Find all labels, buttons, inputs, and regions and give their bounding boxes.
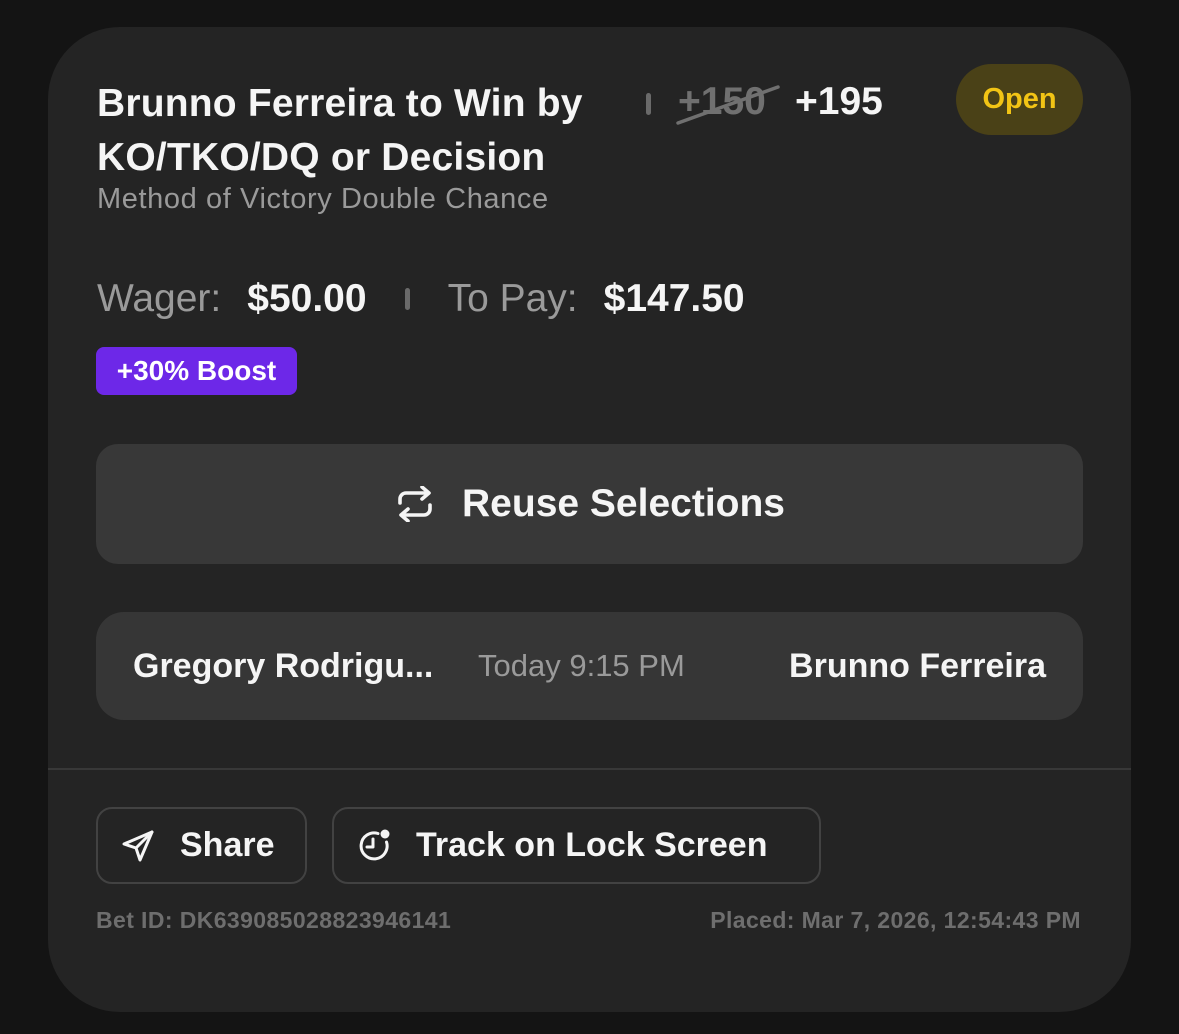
boost-badge: +30% Boost — [96, 347, 297, 395]
repeat-icon — [398, 486, 432, 522]
bet-card: Brunno Ferreira to Win by KO/TKO/DQ or D… — [48, 27, 1131, 1012]
event-matchup[interactable]: Gregory Rodrigu... Today 9:15 PM Brunno … — [96, 612, 1083, 720]
placed-timestamp: Placed: Mar 7, 2026, 12:54:43 PM — [710, 907, 1081, 933]
separator-tick — [646, 93, 651, 115]
reuse-selections-label: Reuse Selections — [462, 482, 785, 525]
share-label: Share — [180, 826, 275, 864]
wager-value: $50.00 — [247, 277, 367, 320]
separator-tick — [404, 288, 410, 310]
wager-label: Wager: — [97, 277, 222, 320]
wager-summary: Wager: $50.00 To Pay: $147.50 — [97, 273, 745, 325]
lock-screen-clock-icon — [359, 829, 390, 860]
market-name: Method of Victory Double Chance — [97, 183, 549, 215]
divider — [48, 768, 1131, 770]
boosted-odds: +195 — [795, 80, 883, 123]
track-on-lock-screen-button[interactable]: Track on Lock Screen — [332, 807, 821, 884]
send-icon — [122, 830, 154, 861]
share-button[interactable]: Share — [96, 807, 307, 884]
to-pay-label: To Pay: — [447, 277, 578, 320]
track-label: Track on Lock Screen — [416, 826, 768, 864]
fighter-right: Brunno Ferreira — [789, 647, 1046, 685]
bet-selection-title: Brunno Ferreira to Win by KO/TKO/DQ or D… — [97, 82, 583, 179]
strikethrough-line — [676, 85, 780, 125]
reuse-selections-button[interactable]: Reuse Selections — [96, 444, 1083, 564]
bet-id: Bet ID: DK639085028823946141 — [96, 907, 452, 933]
event-time: Today 9:15 PM — [478, 648, 685, 683]
status-badge: Open — [956, 64, 1083, 135]
to-pay-value: $147.50 — [603, 277, 745, 320]
fighter-left: Gregory Rodrigu... — [133, 647, 434, 685]
